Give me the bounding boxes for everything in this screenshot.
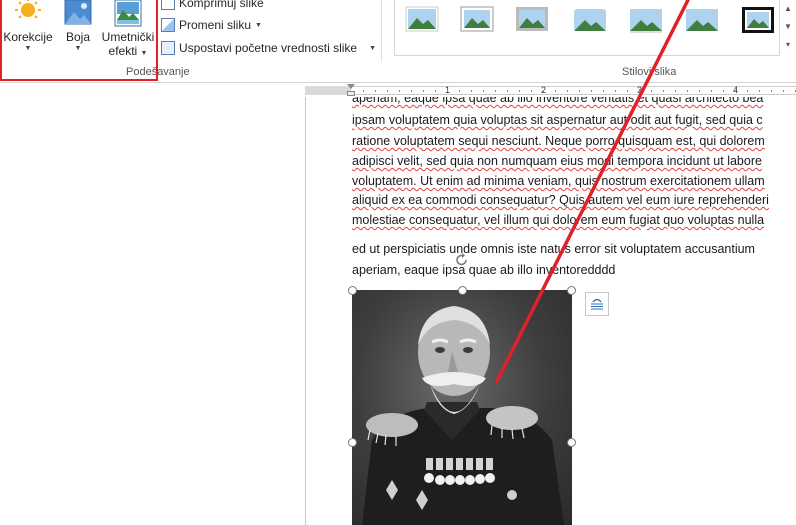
ruler-tick [567, 90, 568, 92]
ruler-tick [771, 90, 772, 92]
text-line: aperiam, eaque ipsa quae ab illo invento… [352, 97, 764, 105]
picture-style-6[interactable] [685, 4, 719, 34]
resize-handle-middle-right[interactable] [567, 438, 576, 447]
picture-format-ribbon: Korekcije ▼ Boja ▼ Umetnički efekti ▼ Po… [0, 0, 796, 83]
layout-options-button[interactable] [585, 292, 609, 316]
text-line: ratione voluptatem sequi nesciunt. Neque… [352, 134, 765, 148]
group-separator [381, 0, 382, 62]
horizontal-ruler[interactable]: 1 2 3 4 [305, 84, 796, 97]
ruler-tick [591, 90, 592, 92]
stilovi-slika-group-label: Stilovi slika [622, 66, 677, 78]
ruler-tick [663, 90, 664, 92]
document-text[interactable]: aperiam, eaque ipsa quae ab illo invento… [352, 97, 796, 287]
ruler-tick [387, 90, 388, 92]
komprimuj-slike-button[interactable]: Komprimuj slike [161, 0, 264, 12]
ruler-tick [459, 90, 460, 92]
ruler-tick [603, 90, 604, 92]
ruler-tick [783, 90, 784, 92]
resize-handle-middle-left[interactable] [348, 438, 357, 447]
ruler-tick [759, 90, 760, 92]
gallery-scroll: ▲ ▼ ▾ [780, 0, 796, 56]
ruler-tick [555, 90, 556, 92]
ruler-tick [471, 90, 472, 92]
portrait-image [362, 306, 564, 525]
picture-style-2[interactable] [460, 4, 494, 34]
document-margin-area [0, 97, 305, 525]
text-line: adipisci velit, sed quia non numquam eiu… [352, 154, 762, 168]
picture-style-1[interactable] [405, 4, 439, 34]
ruler-tick [531, 90, 532, 92]
ruler-tick [735, 90, 736, 92]
ruler-tick [627, 90, 628, 92]
change-picture-icon [161, 18, 175, 32]
text-line: aliquid ex ea commodi consequatur? Quis … [352, 193, 769, 207]
ruler-tick [639, 90, 640, 92]
chevron-down-icon: ▼ [255, 22, 262, 29]
ruler-tick [483, 90, 484, 92]
text-line: ed ut perspiciatis unde omnis iste natus… [352, 242, 755, 256]
ruler-tick [411, 90, 412, 92]
chevron-down-icon: ▼ [369, 45, 377, 52]
resize-handle-top-right[interactable] [567, 286, 576, 295]
ruler-tick [711, 90, 712, 92]
ruler-tick [435, 90, 436, 92]
compress-icon [161, 0, 175, 10]
picture-style-3[interactable] [515, 4, 549, 34]
ruler-tick [723, 90, 724, 92]
ruler-tick [615, 90, 616, 92]
ruler-tick [579, 90, 580, 92]
ruler-tick [747, 90, 748, 92]
ruler-tick [507, 90, 508, 92]
indent-marker[interactable] [347, 84, 355, 89]
text-line: voluptatem. Ut enim ad minima veniam, qu… [352, 174, 765, 188]
ruler-tick [363, 90, 364, 92]
ruler-tick [687, 90, 688, 92]
text-line: molestiae consequatur, vel illum qui dol… [352, 213, 765, 227]
annotation-red-box [0, 0, 158, 81]
ruler-tick [399, 90, 400, 92]
layout-options-icon [591, 298, 603, 310]
ruler-tick [423, 90, 424, 92]
reset-picture-icon [161, 41, 175, 55]
resize-handle-top-left[interactable] [348, 286, 357, 295]
resize-handle-top-middle[interactable] [458, 286, 467, 295]
inserted-portrait-photo[interactable] [352, 290, 572, 525]
promeni-sliku-button[interactable]: Promeni sliku ▼ [161, 16, 262, 34]
picture-style-5[interactable] [629, 4, 663, 34]
picture-style-4[interactable] [573, 4, 607, 34]
uspostavi-button[interactable]: Uspostavi početne vrednosti slike ▼ [161, 39, 376, 57]
text-line: aperiam, eaque ipsa quae ab illo invento… [352, 263, 616, 277]
ruler-tick [495, 90, 496, 92]
picture-style-7[interactable] [741, 4, 775, 34]
ruler-tick [375, 90, 376, 92]
ruler-tick [447, 90, 448, 92]
ruler-tick [543, 90, 544, 92]
gallery-scroll-down[interactable]: ▼ [780, 18, 796, 36]
gallery-scroll-up[interactable]: ▲ [780, 0, 796, 18]
page-edge [305, 97, 306, 525]
picture-styles-gallery [394, 0, 780, 56]
gallery-more[interactable]: ▾ [780, 36, 796, 54]
rotate-handle-icon[interactable] [454, 252, 470, 268]
ruler-tick [675, 90, 676, 92]
ruler-tick [519, 90, 520, 92]
ruler-tick [699, 90, 700, 92]
text-line: ipsam voluptatem quia voluptas sit asper… [352, 113, 763, 127]
ruler-tick [651, 90, 652, 92]
